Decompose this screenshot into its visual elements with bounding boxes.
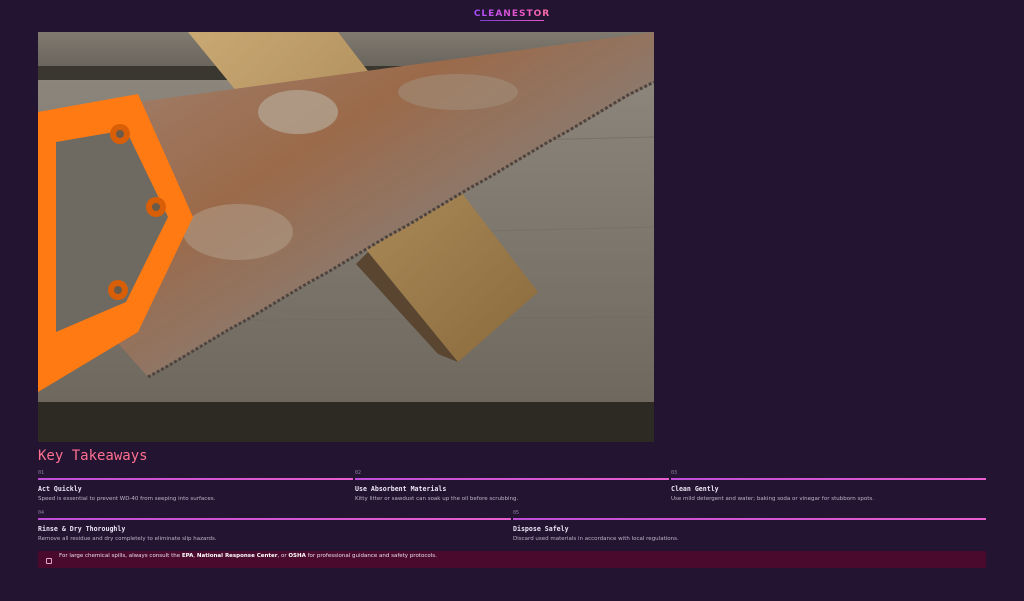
takeaway-bar <box>513 518 986 520</box>
takeaway-title: Use Absorbent Materials <box>355 485 447 493</box>
takeaway-bar <box>38 518 511 520</box>
takeaway-item-1: 01 Act Quickly Speed is essential to pre… <box>38 470 353 502</box>
takeaway-description: Discard used materials in accordance wit… <box>513 536 679 542</box>
rusty-saw-illustration <box>38 32 654 442</box>
takeaway-title: Act Quickly <box>38 485 82 493</box>
takeaway-title: Dispose Safely <box>513 525 569 533</box>
takeaway-title: Rinse & Dry Thoroughly <box>38 525 126 533</box>
takeaway-item-3: 03 Clean Gently Use mild detergent and w… <box>671 470 986 502</box>
notice-text: For large chemical spills, always consul… <box>59 553 437 559</box>
takeaway-number: 05 <box>513 510 520 516</box>
takeaway-number: 01 <box>38 470 45 476</box>
logo-text: CLEANESTOR <box>473 9 551 19</box>
takeaway-item-5: 05 Dispose Safely Discard used materials… <box>513 510 986 542</box>
info-icon <box>46 558 52 564</box>
takeaway-item-2: 02 Use Absorbent Materials Kitty litter … <box>355 470 669 502</box>
takeaway-item-4: 04 Rinse & Dry Thoroughly Remove all res… <box>38 510 511 542</box>
brand-logo[interactable]: CLEANESTOR <box>0 9 1024 21</box>
notice-link-nrc: National Response Center <box>196 553 278 559</box>
safety-notice: For large chemical spills, always consul… <box>38 551 986 568</box>
takeaway-bar <box>38 478 353 480</box>
section-title: Key Takeaways <box>38 448 148 464</box>
takeaway-description: Speed is essential to prevent WD-40 from… <box>38 496 216 502</box>
logo-underline <box>480 20 544 21</box>
notice-link-osha: OSHA <box>288 553 306 559</box>
takeaway-bar <box>355 478 669 480</box>
takeaway-bar <box>671 478 986 480</box>
hero-image <box>38 32 654 442</box>
takeaway-number: 02 <box>355 470 362 476</box>
takeaway-description: Kitty litter or sawdust can soak up the … <box>355 496 519 502</box>
takeaway-description: Remove all residue and dry completely to… <box>38 536 217 542</box>
takeaway-number: 04 <box>38 510 45 516</box>
takeaway-title: Clean Gently <box>671 485 719 493</box>
takeaway-number: 03 <box>671 470 678 476</box>
notice-link-epa: EPA <box>181 553 194 559</box>
takeaway-description: Use mild detergent and water; baking sod… <box>671 496 874 502</box>
